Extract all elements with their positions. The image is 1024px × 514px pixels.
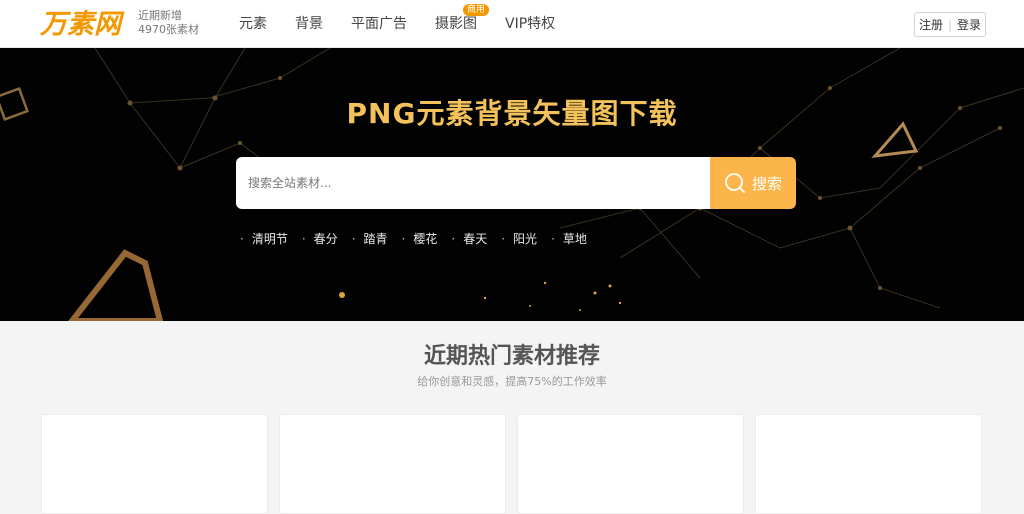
- commercial-badge: 商用: [462, 4, 489, 16]
- search-bar: 搜索: [236, 157, 796, 209]
- nav-item-photography[interactable]: 摄影图 商用: [421, 0, 491, 48]
- hero-title: PNG元素背景矢量图下载: [346, 97, 678, 130]
- login-link[interactable]: 登录: [957, 16, 981, 33]
- auth-divider: |: [947, 17, 953, 32]
- hot-tag[interactable]: 踏青: [352, 230, 388, 247]
- section-title: 近期热门素材推荐: [423, 344, 600, 369]
- new-assets-note: 近期新增 4970张素材: [138, 9, 199, 37]
- svg-text:万素网: 万素网: [40, 9, 125, 40]
- asset-card[interactable]: [41, 414, 268, 514]
- hot-tag[interactable]: 清明节: [240, 230, 288, 247]
- search-button-label: 搜索: [751, 174, 782, 193]
- hero-banner: PNG元素背景矢量图下载 搜索 清明节 春分 踏青 樱花 春天 阳光 草地: [0, 48, 1024, 321]
- hot-tag[interactable]: 阳光: [501, 230, 537, 247]
- search-icon: [725, 173, 745, 193]
- asset-card[interactable]: [279, 414, 506, 514]
- nav-item-backgrounds[interactable]: 背景: [281, 0, 337, 48]
- hot-tags: 清明节 春分 踏青 樱花 春天 阳光 草地: [240, 230, 601, 247]
- search-input[interactable]: [236, 157, 710, 209]
- new-assets-label: 近期新增: [138, 9, 182, 22]
- hot-tag[interactable]: 春分: [302, 230, 338, 247]
- auth-box: 注册 | 登录: [914, 12, 986, 37]
- nav-item-print-ads[interactable]: 平面广告: [337, 0, 421, 48]
- register-link[interactable]: 注册: [919, 16, 943, 33]
- hot-tag[interactable]: 春天: [451, 230, 487, 247]
- main-nav: 元素 背景 平面广告 摄影图 商用 VIP特权: [225, 0, 569, 48]
- hot-tag[interactable]: 樱花: [402, 230, 437, 247]
- nav-item-vip[interactable]: VIP特权: [491, 0, 569, 48]
- asset-card[interactable]: [755, 414, 982, 514]
- nav-item-elements[interactable]: 元素: [225, 0, 281, 48]
- asset-card[interactable]: [517, 414, 744, 514]
- new-assets-count: 4970张素材: [138, 23, 199, 36]
- section-subtitle: 给你创意和灵感，提高75%的工作效率: [417, 375, 607, 388]
- top-header: 万素网 近期新增 4970张素材 元素 背景 平面广告 摄影图 商用 VIP特权…: [0, 0, 1024, 48]
- recommended-cards: [41, 414, 982, 514]
- site-logo[interactable]: 万素网: [40, 6, 136, 40]
- hot-tag[interactable]: 草地: [551, 230, 587, 247]
- search-button[interactable]: 搜索: [710, 157, 796, 209]
